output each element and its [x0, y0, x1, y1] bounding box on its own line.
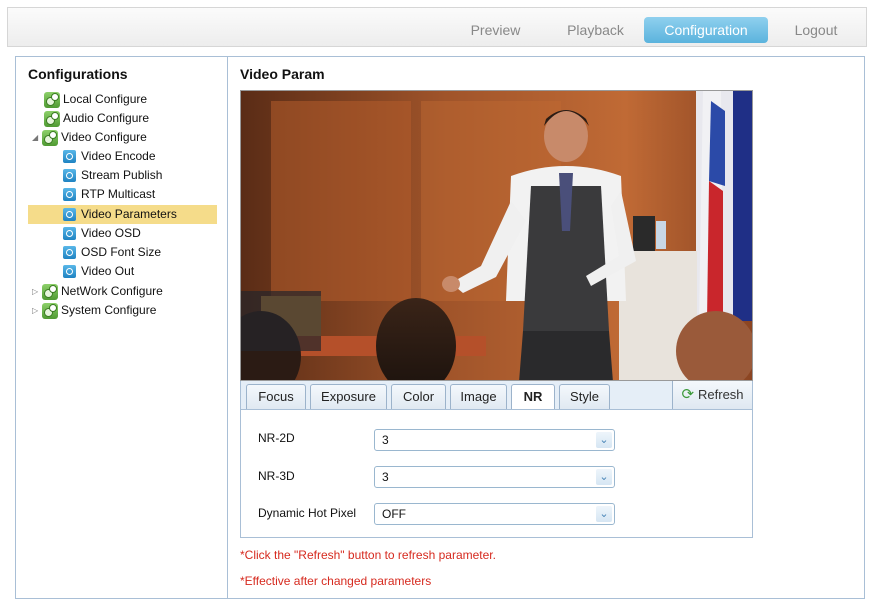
tab-image[interactable]: Image	[450, 384, 507, 410]
tree-item-system-configure[interactable]: ▷ System Configure	[32, 301, 156, 320]
tree-item-video-parameters[interactable]: Video Parameters	[28, 205, 217, 224]
tree-item-label: Video Configure	[61, 130, 147, 144]
tree-item-network-configure[interactable]: ▷ NetWork Configure	[32, 282, 163, 301]
tree-item-label: Video Encode	[81, 149, 156, 163]
nav-logout[interactable]: Logout	[776, 17, 856, 43]
video-preview	[240, 90, 753, 381]
tree-item-audio-configure[interactable]: Audio Configure	[44, 109, 149, 128]
settings-icon	[63, 246, 76, 259]
nr-param-panel: NR-2D 3 ⌄ NR-3D 3 ⌄ Dynamic Hot Pixel OF…	[240, 409, 753, 538]
settings-icon	[63, 150, 76, 163]
tab-exposure[interactable]: Exposure	[310, 384, 387, 410]
nav-playback[interactable]: Playback	[548, 17, 643, 43]
dynamic-hot-pixel-value: OFF	[382, 507, 406, 521]
chevron-down-icon: ⌄	[596, 469, 612, 485]
gear-icon	[42, 302, 58, 319]
nr-3d-label: NR-3D	[258, 469, 295, 483]
video-frame-image	[241, 91, 752, 380]
tree-item-video-out[interactable]: Video Out	[63, 262, 134, 281]
tree-item-label: System Configure	[61, 303, 157, 317]
nr-2d-select[interactable]: 3 ⌄	[374, 429, 615, 451]
refresh-button[interactable]: ⟳ Refresh	[672, 381, 752, 409]
gear-icon	[42, 129, 58, 146]
tree-item-local-configure[interactable]: Local Configure	[44, 90, 147, 109]
nav-preview[interactable]: Preview	[448, 17, 543, 43]
settings-icon	[63, 169, 76, 182]
tree-item-label: Video OSD	[81, 226, 141, 240]
param-tab-bar: Focus Exposure Color Image NR Style ⟳ Re…	[240, 381, 753, 411]
settings-icon	[63, 188, 76, 201]
page-title: Video Param	[240, 66, 325, 82]
dynamic-hot-pixel-label: Dynamic Hot Pixel	[258, 506, 357, 520]
tree-item-label: RTP Multicast	[81, 187, 156, 201]
tab-focus[interactable]: Focus	[246, 384, 306, 410]
settings-icon	[63, 227, 76, 240]
tree-item-stream-publish[interactable]: Stream Publish	[63, 166, 162, 185]
tree-item-label: NetWork Configure	[61, 284, 163, 298]
tree-item-label: OSD Font Size	[81, 245, 162, 259]
expand-arrow-icon[interactable]: ▷	[32, 301, 42, 320]
gear-icon	[44, 110, 60, 127]
refresh-icon: ⟳	[681, 386, 695, 403]
expand-arrow-icon[interactable]: ▷	[32, 282, 42, 301]
nav-configuration[interactable]: Configuration	[644, 17, 768, 43]
top-nav-bar: Preview Playback Configuration Logout	[7, 7, 867, 47]
chevron-down-icon: ⌄	[596, 432, 612, 448]
tab-nr[interactable]: NR	[511, 384, 555, 411]
tree-item-label: Local Configure	[63, 92, 148, 106]
tree-item-video-configure[interactable]: ◢ Video Configure	[32, 128, 147, 147]
nr-3d-select[interactable]: 3 ⌄	[374, 466, 615, 488]
sidebar-divider	[227, 57, 228, 598]
tree-item-osd-font-size[interactable]: OSD Font Size	[63, 243, 161, 262]
tree-item-video-osd[interactable]: Video OSD	[63, 224, 141, 243]
refresh-label: Refresh	[698, 387, 744, 402]
gear-icon	[44, 91, 60, 108]
tree-item-label: Audio Configure	[63, 111, 150, 125]
tree-item-label: Stream Publish	[81, 168, 163, 182]
tree-item-rtp-multicast[interactable]: RTP Multicast	[63, 185, 155, 204]
tree-item-video-encode[interactable]: Video Encode	[63, 147, 156, 166]
nr-2d-value: 3	[382, 433, 389, 447]
effective-note: *Effective after changed parameters	[240, 574, 432, 588]
settings-icon	[63, 265, 76, 278]
tab-color[interactable]: Color	[391, 384, 446, 410]
sidebar-title: Configurations	[28, 66, 128, 82]
nr-3d-value: 3	[382, 470, 389, 484]
tab-style[interactable]: Style	[559, 384, 610, 410]
nr-2d-label: NR-2D	[258, 431, 295, 445]
refresh-hint-note: *Click the "Refresh" button to refresh p…	[240, 548, 496, 562]
settings-icon	[63, 208, 76, 221]
chevron-down-icon: ⌄	[596, 506, 612, 522]
dynamic-hot-pixel-select[interactable]: OFF ⌄	[374, 503, 615, 525]
gear-icon	[42, 283, 58, 300]
tree-item-label: Video Out	[81, 264, 135, 278]
collapse-arrow-icon[interactable]: ◢	[32, 128, 42, 147]
tree-item-label: Video Parameters	[81, 207, 177, 221]
